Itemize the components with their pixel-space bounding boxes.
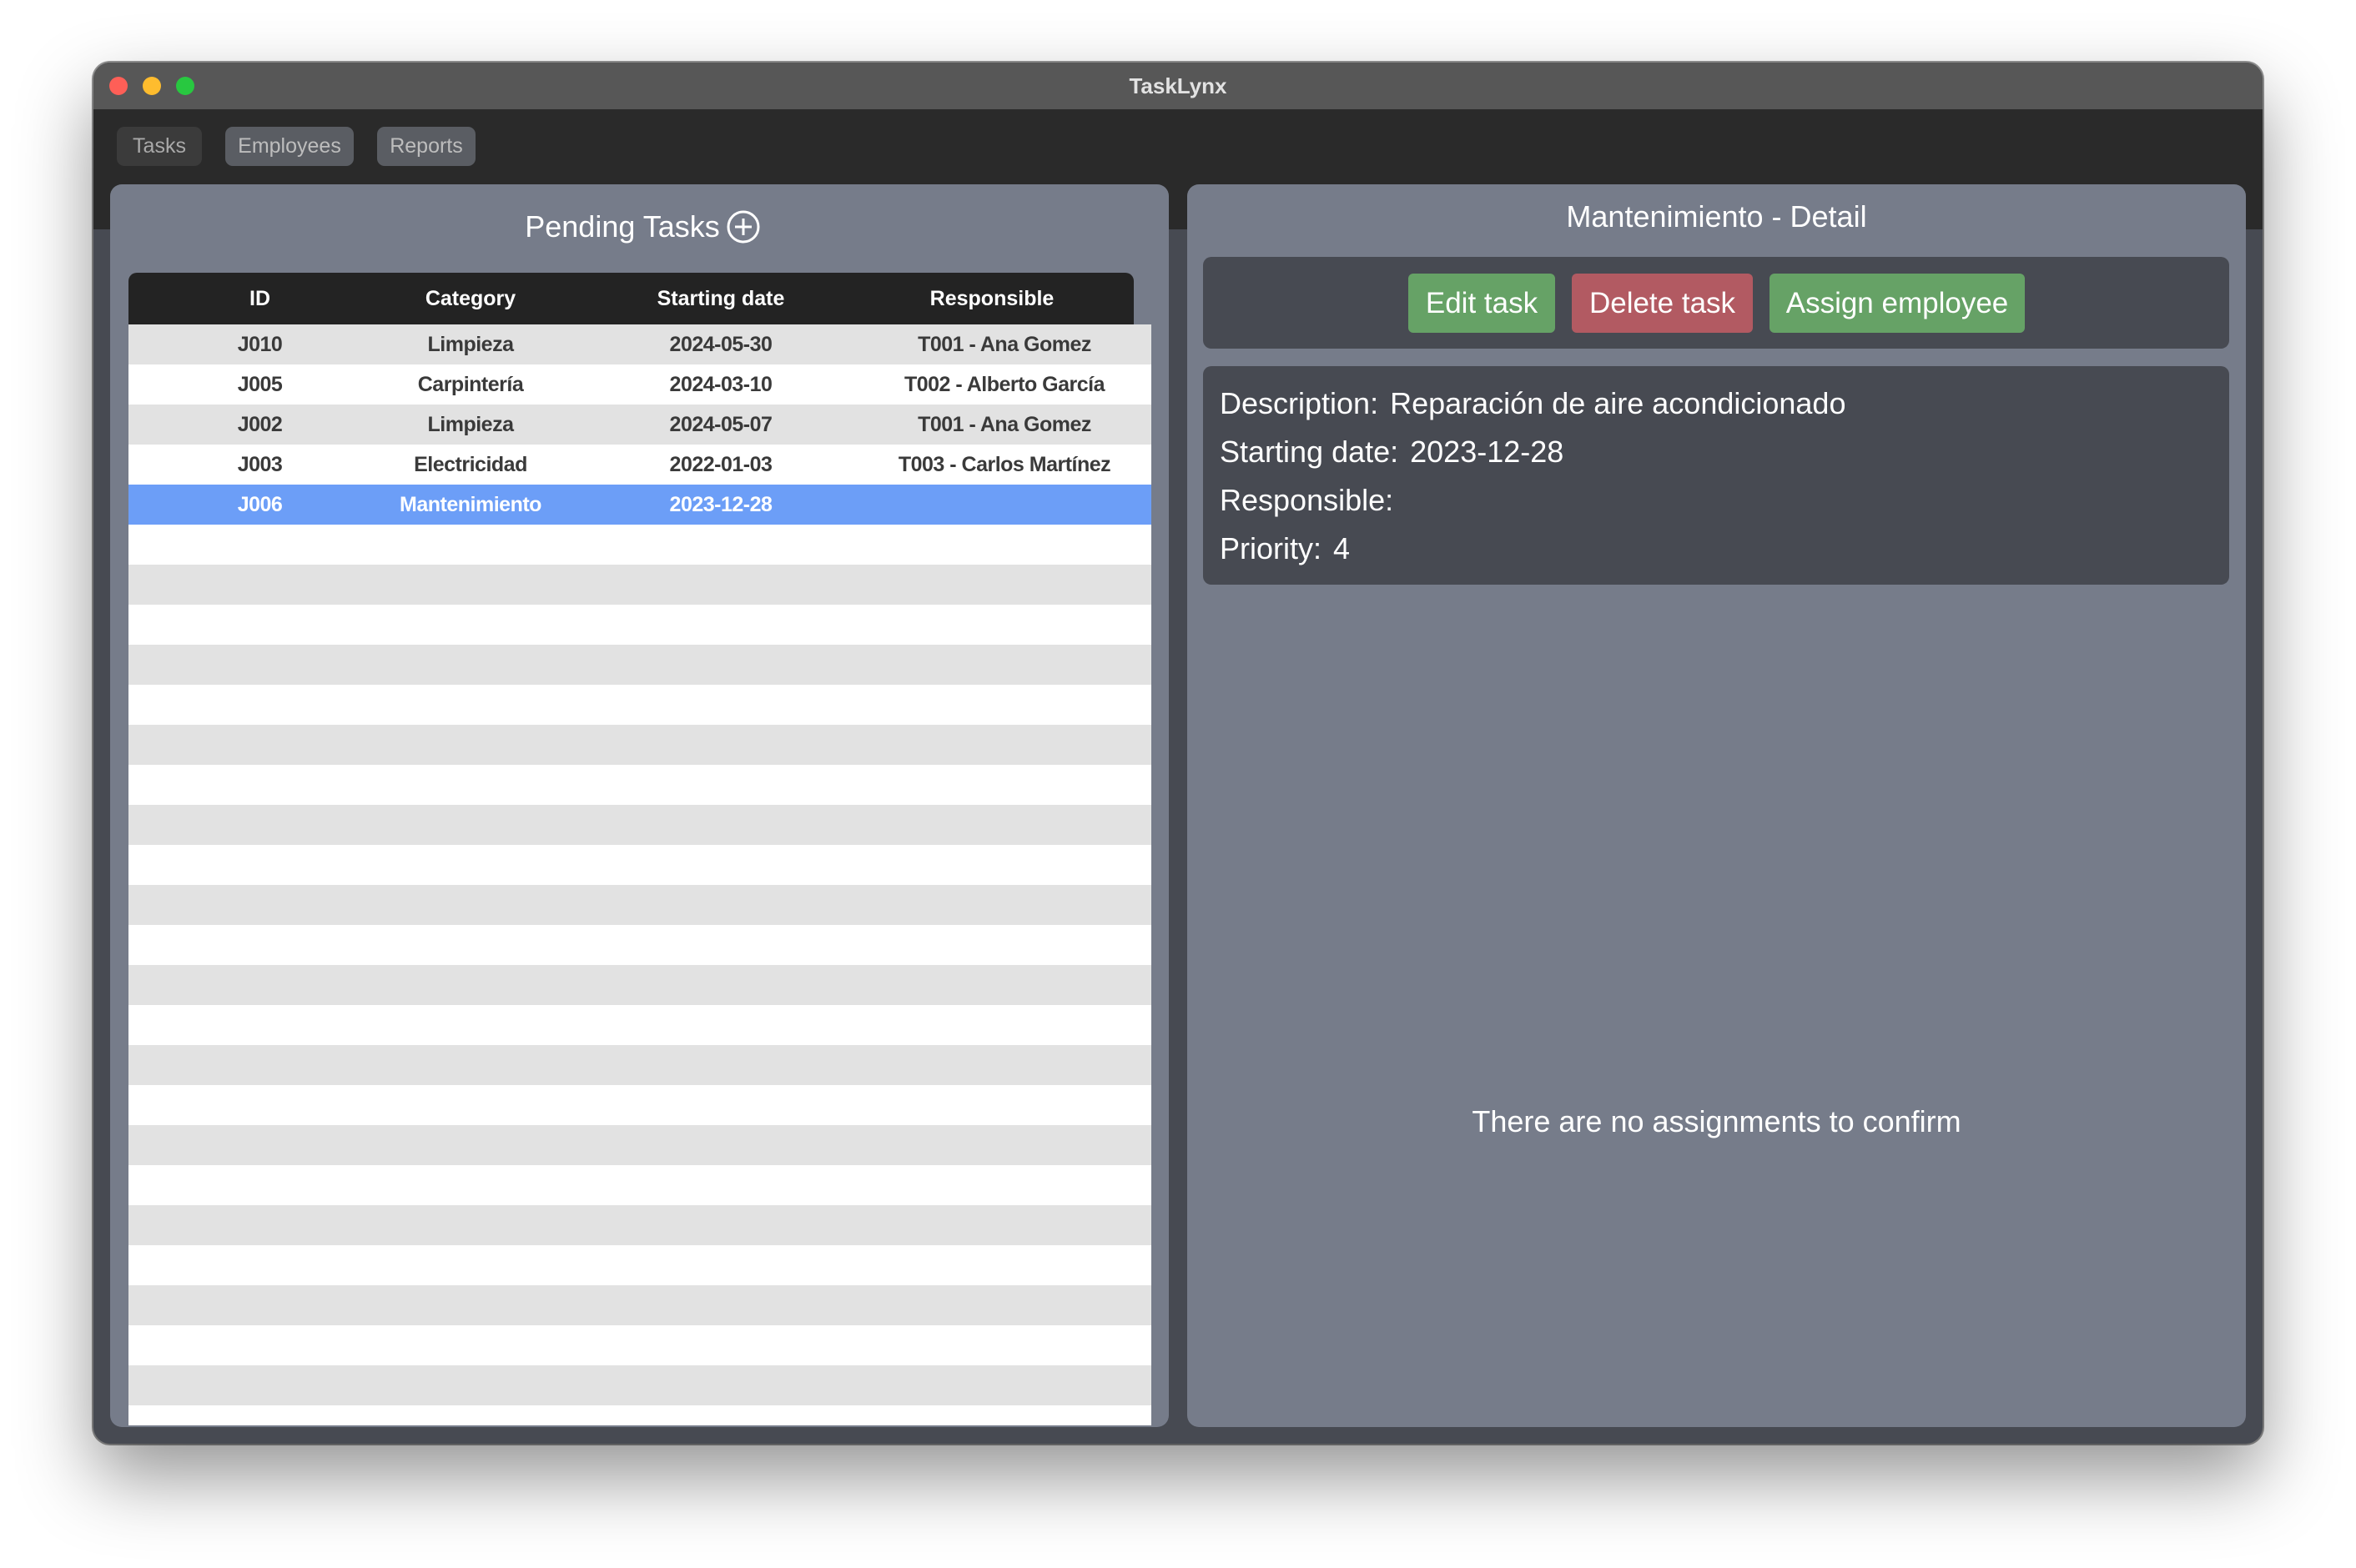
- title-bar: TaskLynx: [93, 63, 2263, 109]
- description-label: Description:: [1220, 386, 1379, 420]
- cell-responsible: T001 - Ana Gomez: [918, 333, 1091, 356]
- cell-id: J002: [237, 413, 283, 436]
- table-header: ID Category Starting date Responsible: [128, 273, 1134, 324]
- table-row[interactable]: J010 Limpieza 2024-05-30 T001 - Ana Gomez: [128, 324, 1151, 364]
- cell-starting-date: 2023-12-28: [669, 493, 773, 516]
- cell-responsible: T003 - Carlos Martínez: [898, 453, 1111, 476]
- cell-starting-date: 2024-05-07: [669, 413, 773, 436]
- assign-employee-button[interactable]: Assign employee: [1770, 274, 2025, 333]
- cell-starting-date: 2024-05-30: [669, 333, 773, 356]
- tab-tasks[interactable]: Tasks: [117, 127, 202, 166]
- table-row[interactable]: J003 Electricidad 2022-01-03 T003 - Carlos …: [128, 445, 1151, 485]
- starting-date-value: 2023-12-28: [1410, 435, 1564, 469]
- cell-responsible: T002 - Alberto García: [904, 373, 1105, 396]
- empty-table-row[interactable]: [128, 1165, 1151, 1205]
- cell-id: J003: [237, 453, 283, 476]
- empty-table-row[interactable]: [128, 685, 1151, 725]
- table-body: J010 Limpieza 2024-05-30 T001 - Ana Gomez J0…: [128, 324, 1151, 1425]
- empty-table-row[interactable]: [128, 1325, 1151, 1365]
- empty-table-row[interactable]: [128, 885, 1151, 925]
- edit-task-button[interactable]: Edit task: [1408, 274, 1555, 333]
- pending-tasks-heading: Pending Tasks: [93, 208, 1151, 246]
- tab-employees[interactable]: Employees: [225, 127, 354, 166]
- empty-table-row[interactable]: [128, 525, 1151, 565]
- empty-table-row[interactable]: [128, 1085, 1151, 1125]
- empty-table-row[interactable]: [128, 1365, 1151, 1405]
- cell-id: J005: [237, 373, 283, 396]
- cell-responsible: T001 - Ana Gomez: [918, 413, 1091, 436]
- empty-table-row[interactable]: [128, 805, 1151, 845]
- cell-starting-date: 2024-03-10: [669, 373, 773, 396]
- empty-table-row[interactable]: [128, 1285, 1151, 1325]
- app-window: TaskLynx Tasks Employees Reports Pending…: [93, 63, 2263, 1444]
- cell-category: Limpieza: [427, 413, 514, 436]
- cell-responsible: [863, 485, 1146, 525]
- priority-row: Priority: 4: [1220, 528, 1350, 570]
- table-row[interactable]: J006 Mantenimiento 2023-12-28: [128, 485, 1151, 525]
- empty-table-row[interactable]: [128, 1005, 1151, 1045]
- empty-table-row[interactable]: [128, 1045, 1151, 1085]
- empty-table-row[interactable]: [128, 605, 1151, 645]
- empty-table-row[interactable]: [128, 965, 1151, 1005]
- cell-id: J006: [237, 493, 283, 516]
- column-header-category[interactable]: Category: [370, 273, 571, 324]
- cell-category: Electricidad: [414, 453, 527, 476]
- responsible-row: Responsible:: [1220, 480, 1405, 521]
- empty-table-row[interactable]: [128, 845, 1151, 885]
- cell-id: J010: [237, 333, 283, 356]
- cell-category: Mantenimiento: [400, 493, 541, 516]
- starting-date-label: Starting date:: [1220, 435, 1399, 469]
- delete-task-button[interactable]: Delete task: [1572, 274, 1753, 333]
- cell-starting-date: 2022-01-03: [669, 453, 773, 476]
- empty-table-row[interactable]: [128, 725, 1151, 765]
- window-title: TaskLynx: [1129, 73, 1227, 98]
- empty-table-row[interactable]: [128, 925, 1151, 965]
- empty-table-row[interactable]: [128, 1405, 1151, 1425]
- column-header-responsible[interactable]: Responsible: [850, 273, 1134, 324]
- table-row[interactable]: J005 Carpintería 2024-03-10 T002 - Alberto …: [128, 364, 1151, 405]
- responsible-label: Responsible:: [1220, 483, 1394, 517]
- empty-table-row[interactable]: [128, 1125, 1151, 1165]
- priority-label: Priority:: [1220, 531, 1322, 565]
- empty-table-row[interactable]: [128, 1245, 1151, 1285]
- detail-title: Mantenimiento - Detail: [1566, 199, 1867, 234]
- column-header-id[interactable]: ID: [191, 273, 329, 324]
- table-row[interactable]: J002 Limpieza 2024-05-07 T001 - Ana Gomez: [128, 405, 1151, 445]
- empty-table-row[interactable]: [128, 1205, 1151, 1245]
- tab-reports[interactable]: Reports: [377, 127, 476, 166]
- empty-table-row[interactable]: [128, 565, 1151, 605]
- description-value: Reparación de aire acondicionado: [1390, 386, 1846, 420]
- description-row: Description: Reparación de aire acondicio…: [1220, 383, 1845, 425]
- tasks-table: ID Category Starting date Responsible J0…: [128, 273, 1151, 1444]
- starting-date-row: Starting date: 2023-12-28: [1220, 431, 1563, 473]
- column-header-starting-date[interactable]: Starting date: [621, 273, 821, 324]
- cell-category: Limpieza: [427, 333, 514, 356]
- no-assignments-message: There are no assignments to confirm: [1472, 1104, 1961, 1138]
- add-task-icon[interactable]: [726, 209, 761, 244]
- pending-tasks-title: Pending Tasks: [525, 209, 720, 244]
- cell-category: Carpintería: [417, 373, 524, 396]
- empty-table-row[interactable]: [128, 645, 1151, 685]
- screenshot-stage: TaskLynx Tasks Employees Reports Pending…: [0, 0, 2356, 1568]
- priority-value: 4: [1333, 531, 1351, 565]
- empty-table-row[interactable]: [128, 765, 1151, 805]
